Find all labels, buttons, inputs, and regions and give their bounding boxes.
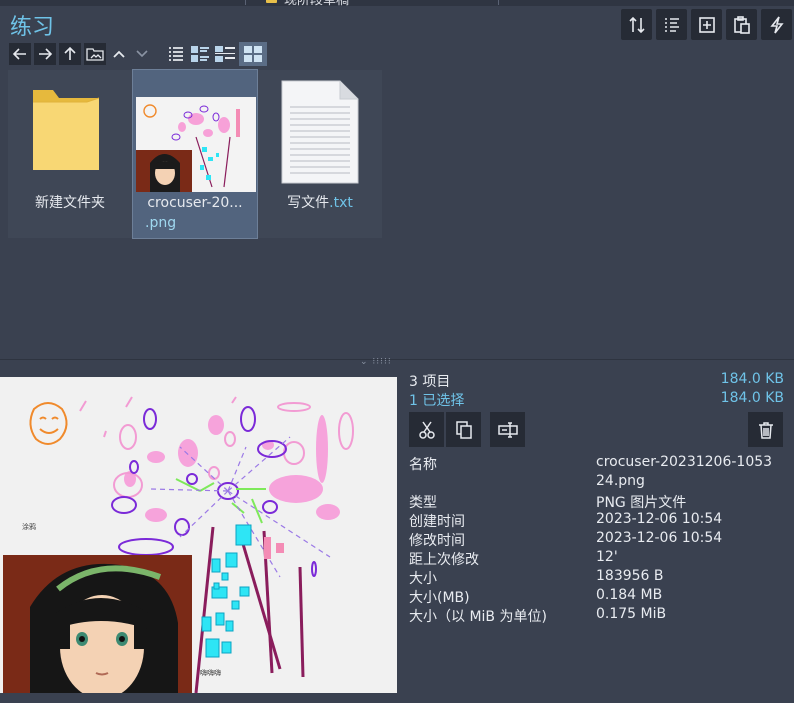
item-count: 3 项目: [409, 374, 451, 390]
details-list-button[interactable]: [656, 9, 687, 40]
file-item-txt[interactable]: 写文件.txt: [258, 70, 382, 238]
collapse-button[interactable]: [109, 43, 129, 65]
list-details-icon: [664, 17, 679, 32]
prop-size-mb: 大小(MB) 0.184 MB: [409, 587, 663, 606]
rename-button[interactable]: [490, 412, 525, 447]
sort-icon: [628, 16, 645, 33]
image-thumbnail: [136, 97, 256, 192]
up-button[interactable]: [59, 43, 81, 65]
delete-button[interactable]: [748, 412, 783, 447]
tab-label: 现阶段草稿: [284, 0, 350, 8]
selected-size: 184.0 KB: [720, 390, 784, 406]
details-view-button[interactable]: [214, 43, 236, 65]
folder-image-button[interactable]: [84, 43, 106, 65]
up-arrow-icon: [64, 46, 76, 60]
list-view-button[interactable]: [166, 43, 186, 65]
preview-image: 涂鸦嗨嗨嗨: [0, 377, 397, 693]
folder-image-icon: [86, 48, 104, 61]
quick-action-icon: [769, 16, 784, 33]
tab-current-drafts[interactable]: 现阶段草稿: [245, 0, 499, 8]
file-item-new-folder[interactable]: 新建文件夹: [8, 70, 132, 238]
file-item-png[interactable]: crocuser-20... .png: [132, 69, 258, 239]
file-extension: .txt: [329, 195, 353, 211]
item-count-row: 3 项目 184.0 KB: [409, 371, 784, 390]
splitter-grip-icon[interactable]: ⌄ ⁝⁝⁝⁝⁝: [360, 357, 392, 367]
prop-name: 名称 crocuser-20231206-1053: [409, 454, 773, 473]
prop-modified: 修改时间 2023-12-06 10:54: [409, 530, 723, 549]
cut-icon: [418, 421, 435, 439]
svg-text:涂鸦: 涂鸦: [22, 522, 36, 531]
file-label: 新建文件夹: [35, 195, 105, 211]
file-name: 写文件: [287, 195, 330, 211]
back-button[interactable]: [9, 43, 31, 65]
folder-title: 练习: [10, 15, 55, 40]
prop-since-modified: 距上次修改 12': [409, 549, 618, 568]
list-view-icon: [169, 47, 183, 61]
sort-button[interactable]: [621, 9, 652, 40]
chevron-down-icon: [136, 50, 148, 58]
paste-icon: [733, 15, 750, 34]
svg-text:嗨嗨嗨: 嗨嗨嗨: [200, 668, 221, 677]
pane-splitter[interactable]: [0, 359, 794, 360]
navigation-bar: [9, 42, 267, 66]
copy-button[interactable]: [446, 412, 481, 447]
prop-size-mib: 大小（以 MiB 为单位) 0.175 MiB: [409, 606, 667, 625]
forward-button[interactable]: [34, 43, 56, 65]
file-grid: 新建文件夹 crocuser-20... .png 写文件.txt: [8, 69, 382, 239]
chevron-up-icon: [113, 50, 125, 58]
paste-button[interactable]: [726, 9, 757, 40]
prop-size: 大小 183956 B: [409, 568, 664, 587]
prop-name-cont: 24.png: [596, 473, 645, 489]
rename-icon: [497, 421, 518, 438]
prop-created: 创建时间 2023-12-06 10:54: [409, 511, 723, 530]
cut-button[interactable]: [409, 412, 444, 447]
text-file-icon: [281, 80, 359, 184]
new-item-icon: [698, 16, 715, 33]
back-arrow-icon: [12, 48, 26, 60]
image-preview: 涂鸦嗨嗨嗨: [0, 377, 397, 693]
grid-view-icon: [244, 46, 262, 62]
grid-view-button[interactable]: [239, 42, 267, 66]
prop-type: 类型 PNG 图片文件: [409, 495, 687, 511]
details-view-icon: [215, 46, 235, 62]
top-toolbar: [621, 9, 792, 40]
selected-count-row: 1 已选择 184.0 KB: [409, 390, 784, 409]
folder-icon: [266, 0, 277, 3]
selected-count: 1 已选择: [409, 393, 465, 409]
quick-action-button[interactable]: [761, 9, 792, 40]
expand-button[interactable]: [132, 43, 152, 65]
delete-icon: [758, 421, 773, 439]
item-total-size: 184.0 KB: [720, 371, 784, 387]
file-label: 写文件.txt: [258, 193, 382, 213]
file-label-line2: .png: [145, 215, 177, 231]
new-item-button[interactable]: [691, 9, 722, 40]
file-label-line1: crocuser-20...: [147, 195, 243, 211]
tiles-view-button[interactable]: [189, 43, 211, 65]
forward-arrow-icon: [39, 48, 53, 60]
folder-icon: [33, 90, 100, 170]
tiles-view-icon: [191, 46, 209, 62]
copy-icon: [455, 420, 472, 439]
